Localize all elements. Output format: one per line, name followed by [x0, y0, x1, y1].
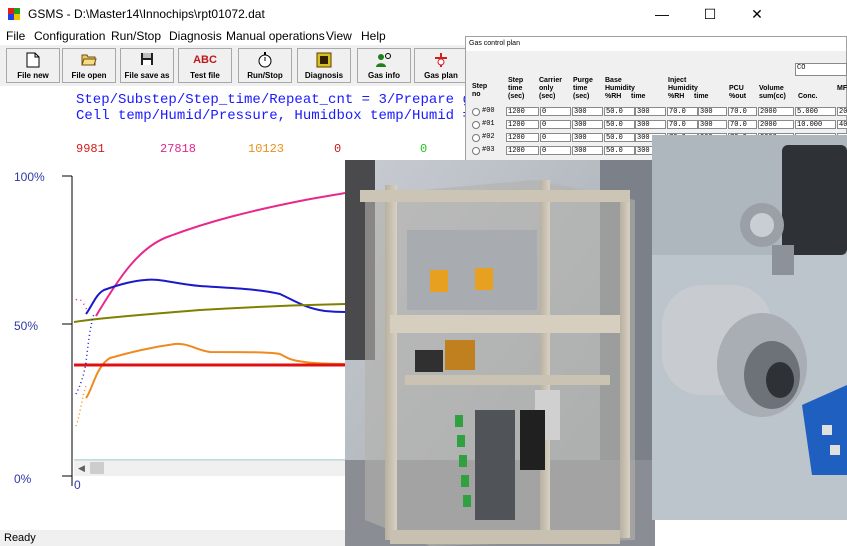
plan-cell[interactable]: 0: [540, 120, 571, 129]
test-file-button[interactable]: ABC Test file: [178, 48, 232, 83]
menu-configuration[interactable]: Configuration: [34, 28, 105, 45]
plan-cell[interactable]: 0: [540, 107, 571, 116]
step-status-line: Step/Substep/Step_time/Repeat_cnt = 3/Pr…: [76, 92, 488, 108]
plan-cell[interactable]: 2000: [758, 120, 794, 129]
row-step-no: #02: [482, 133, 495, 141]
plan-cell[interactable]: 300: [572, 146, 603, 155]
diagnosis-icon: [316, 52, 332, 68]
plan-cell[interactable]: 50.0: [604, 133, 635, 142]
plan-cell[interactable]: 70.0: [728, 107, 757, 116]
file-open-button[interactable]: File open: [62, 48, 116, 83]
row-step-no: #00: [482, 107, 495, 115]
plan-cell[interactable]: 300: [572, 107, 603, 116]
scroll-left-icon[interactable]: ◀: [78, 463, 85, 474]
sensor-parts-photo: [652, 135, 847, 520]
sensor-parts-image: [652, 135, 847, 520]
plan-cell[interactable]: 1200: [506, 107, 539, 116]
counter-3: 10123: [248, 142, 285, 156]
menu-view[interactable]: View: [326, 28, 352, 45]
plan-cell[interactable]: 70.0: [667, 120, 698, 129]
menu-diagnosis[interactable]: Diagnosis: [169, 28, 222, 45]
status-bar: Ready: [0, 530, 345, 546]
app-icon: [8, 8, 20, 20]
folder-open-icon: [81, 54, 97, 66]
plan-cell[interactable]: 10.000: [795, 120, 836, 129]
plan-cell[interactable]: 40.: [837, 120, 847, 129]
counter-5: 0: [420, 142, 428, 156]
plan-cell[interactable]: 0: [540, 133, 571, 142]
series-orange-dots: [75, 385, 87, 427]
plan-cell[interactable]: 2000: [758, 107, 794, 116]
row-select-radio[interactable]: [472, 108, 480, 116]
series-pink: [95, 192, 345, 317]
gas-info-icon: [376, 53, 391, 67]
plan-cell[interactable]: 1200: [506, 120, 539, 129]
file-new-icon: [26, 52, 40, 68]
series-orange: [85, 342, 345, 399]
plan-cell[interactable]: 70.0: [728, 120, 757, 129]
series-blue-dots: [75, 313, 95, 395]
row-select-radio[interactable]: [472, 134, 480, 142]
minimize-button[interactable]: —: [639, 0, 685, 28]
maximize-button[interactable]: ☐: [687, 0, 733, 28]
row-select-radio[interactable]: [472, 121, 480, 129]
plan-cell[interactable]: 300: [698, 120, 727, 129]
menu-file[interactable]: File: [6, 28, 25, 45]
plan-cell[interactable]: 50.0: [604, 120, 635, 129]
plan-cell[interactable]: 1200: [506, 146, 539, 155]
horizontal-scrollbar[interactable]: ◀: [74, 460, 345, 476]
plan-cell[interactable]: 300: [635, 120, 666, 129]
series-pink-dots: [75, 298, 89, 313]
stopwatch-icon: [258, 52, 272, 68]
menu-manual-operations[interactable]: Manual operations: [226, 28, 325, 45]
plan-cell[interactable]: 1200: [506, 133, 539, 142]
plan-cell[interactable]: 50.0: [604, 146, 635, 155]
plan-cell[interactable]: 300: [698, 107, 727, 116]
file-save-as-button[interactable]: File save as: [120, 48, 174, 83]
plan-cell[interactable]: 300: [572, 133, 603, 142]
plan-cell[interactable]: 20.: [837, 107, 847, 116]
floppy-icon: [141, 53, 153, 65]
abc-icon: ABC: [193, 54, 217, 66]
menu-run-stop[interactable]: Run/Stop: [111, 28, 161, 45]
counter-4: 0: [334, 142, 342, 156]
row-step-no: #01: [482, 120, 495, 128]
menu-help[interactable]: Help: [361, 28, 386, 45]
window-title: GSMS - D:\Master14\Innochips\rpt01072.da…: [28, 7, 265, 21]
row-step-no: #03: [482, 146, 495, 154]
counter-2: 27818: [160, 142, 197, 156]
gas-plan-icon: [435, 53, 447, 67]
plan-cell[interactable]: 70.0: [667, 107, 698, 116]
row-select-radio[interactable]: [472, 147, 480, 155]
series-olive: [73, 303, 345, 323]
plan-cell[interactable]: 0: [540, 146, 571, 155]
diagnosis-button[interactable]: Diagnosis: [297, 48, 351, 83]
run-stop-button[interactable]: Run/Stop: [238, 48, 292, 83]
close-button[interactable]: ✕: [734, 0, 780, 28]
gas-system-photo: [345, 160, 655, 546]
plan-cell[interactable]: 300: [572, 120, 603, 129]
plan-cell[interactable]: 300: [635, 107, 666, 116]
file-new-button[interactable]: File new: [6, 48, 60, 83]
gas-plan-button[interactable]: Gas plan: [414, 48, 468, 83]
scroll-thumb[interactable]: [90, 462, 104, 474]
plan-cell[interactable]: 50.0: [604, 107, 635, 116]
counter-1: 9981: [76, 142, 105, 156]
gas-info-button[interactable]: Gas info: [357, 48, 411, 83]
cell-status-line: Cell temp/Humid/Pressure, Humidbox temp/…: [76, 108, 488, 124]
plan-cell[interactable]: 5.000: [795, 107, 836, 116]
gas-cabinet-image: [345, 160, 655, 546]
